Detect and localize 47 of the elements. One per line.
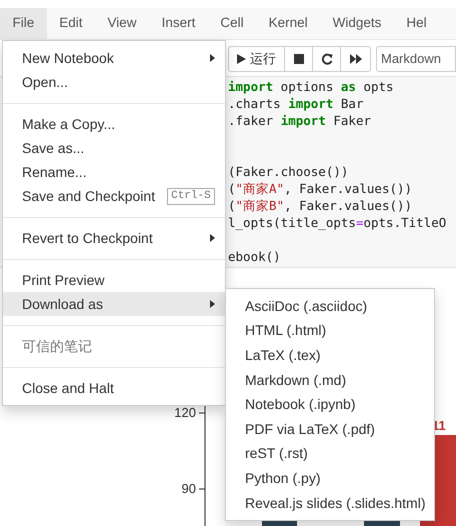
menu-item[interactable]: Widgets [320, 8, 394, 39]
menu-item[interactable]: reST (.rst) [226, 442, 434, 466]
menu-item[interactable]: Open... [3, 70, 225, 94]
code-line: l_opts(title_opts=opts.TitleO [228, 214, 446, 231]
menu-item[interactable]: Save as... [3, 136, 225, 160]
menu-item[interactable]: New Notebook [3, 46, 225, 70]
stop-button[interactable] [285, 46, 313, 72]
axis-label: 90 [182, 481, 196, 496]
menu-item[interactable]: Save and Checkpoint Ctrl-S [3, 184, 225, 208]
menu-item[interactable]: LaTeX (.tex) [226, 343, 434, 368]
menu-item[interactable]: Edit [46, 8, 96, 39]
code-line: ("商家B", Faker.values()) [228, 197, 412, 214]
menu-item[interactable]: Python (.py) [226, 466, 434, 491]
stop-icon [294, 54, 304, 64]
menu-item[interactable]: Notebook (.ipynb) [226, 392, 434, 417]
fast-forward-button[interactable] [341, 46, 371, 72]
cell-type-select[interactable]: Markdown [376, 46, 456, 72]
shortcut-key: Ctrl-S [167, 188, 215, 204]
menu-item[interactable]: Hel [394, 8, 440, 39]
menu-item[interactable]: File [0, 8, 47, 39]
restart-button[interactable] [313, 46, 341, 72]
menu-item[interactable]: Download as [3, 292, 225, 316]
menu-item[interactable]: Reveal.js slides (.slides.html) [226, 490, 434, 516]
menu-item[interactable]: Revert to Checkpoint [3, 226, 225, 250]
menu-item[interactable]: View [95, 8, 150, 39]
menu-item[interactable]: Insert [149, 8, 208, 39]
menu-item[interactable]: PDF via LaTeX (.pdf) [226, 416, 434, 442]
code-line: .charts import Bar [228, 95, 364, 112]
menu-item[interactable]: HTML (.html) [226, 318, 434, 344]
menu-item[interactable]: Print Preview [3, 268, 225, 292]
menu-item[interactable]: AsciiDoc (.asciidoc) [226, 294, 434, 319]
fast-forward-icon [350, 54, 362, 64]
menu-item[interactable]: Markdown (.md) [226, 368, 434, 392]
code-line: ("商家A", Faker.values()) [228, 180, 412, 197]
menu-item[interactable]: Rename... [3, 160, 225, 184]
menu-item[interactable]: Make a Copy... [3, 112, 225, 136]
run-button[interactable]: 运行 [228, 46, 285, 72]
play-icon [237, 54, 246, 64]
menu-item[interactable]: Close and Halt [3, 376, 225, 400]
menu-item[interactable]: Kernel [256, 8, 320, 39]
menu-item[interactable]: Cell [208, 8, 256, 39]
code-line: .faker import Faker [228, 112, 371, 129]
axis-label: 120 [174, 405, 196, 420]
code-line: import options as opts [228, 78, 394, 95]
code-line: ebook() [228, 248, 281, 265]
refresh-icon [320, 53, 332, 65]
code-line: (Faker.choose()) [228, 163, 348, 180]
